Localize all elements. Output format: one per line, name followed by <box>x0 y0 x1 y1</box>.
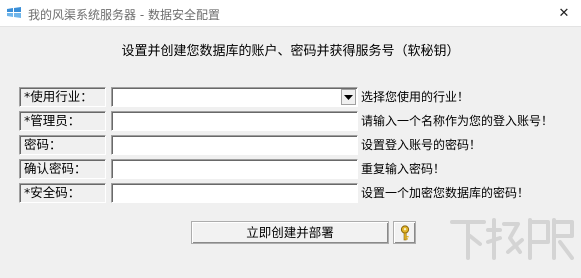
dropdown-button[interactable] <box>341 89 356 105</box>
create-deploy-button[interactable]: 立即创建并部署 <box>191 221 389 244</box>
security-code-label: *安全码： <box>19 183 106 203</box>
admin-hint: 请输入一个名称作为您的登入账号！ <box>361 114 554 128</box>
title-bar: 我的风渠系统服务器 - 数据安全配置 ✕ <box>0 0 581 27</box>
admin-input[interactable] <box>111 111 358 131</box>
page-heading: 设置并创建您数据库的账户、密码并获得服务号（软秘钥） <box>121 44 460 59</box>
close-icon[interactable]: ✕ <box>559 6 570 21</box>
confirm-password-label: 确认密码： <box>19 159 106 179</box>
window-title: 我的风渠系统服务器 - 数据安全配置 <box>28 8 220 22</box>
security-code-input[interactable] <box>111 183 358 203</box>
admin-label: *管理员： <box>19 111 106 131</box>
key-icon <box>400 224 409 240</box>
password-label: 密码： <box>19 135 106 155</box>
confirm-password-input[interactable] <box>111 159 358 179</box>
industry-hint: 选择您使用的行业！ <box>361 90 470 104</box>
app-logo-icon <box>6 6 22 20</box>
industry-select[interactable] <box>111 87 358 107</box>
chevron-down-icon <box>344 94 353 100</box>
key-button[interactable] <box>393 221 416 244</box>
security-code-hint: 设置一个加密您数据库的密码！ <box>361 186 530 200</box>
industry-label: *使用行业： <box>19 87 106 107</box>
close-button[interactable]: ✕ <box>547 0 581 27</box>
confirm-password-hint: 重复输入密码！ <box>361 162 446 176</box>
watermark-logo <box>450 218 574 260</box>
password-hint: 设置登入账号的密码！ <box>361 138 482 152</box>
password-input[interactable] <box>111 135 358 155</box>
